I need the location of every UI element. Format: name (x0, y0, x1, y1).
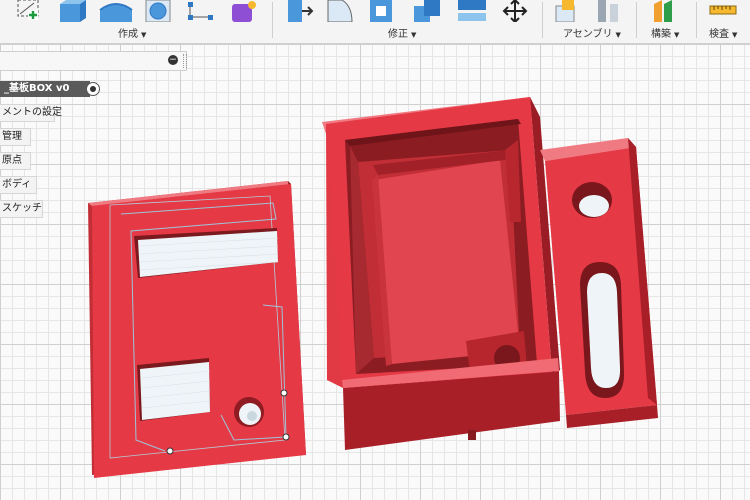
lid-panel-body[interactable] (88, 181, 306, 478)
create-group-text: 作成 (118, 29, 138, 40)
browser-node-origin[interactable]: 原点 (0, 152, 31, 170)
joint-icon[interactable] (594, 0, 624, 22)
toolbar-divider (696, 2, 697, 38)
sketch-point[interactable] (166, 447, 174, 455)
browser-node-label: 管理 (2, 131, 22, 142)
ribbon-toolbar: 作成 ▼ 修正 ▼ アセンブリ ▼ 構築 ▼ 検査 ▼ (0, 0, 750, 44)
fillet-icon[interactable] (326, 0, 354, 22)
browser-search-bar[interactable] (0, 51, 187, 71)
sketch-point[interactable] (282, 433, 290, 441)
toolbar-divider (636, 2, 637, 38)
activate-radio-icon[interactable] (86, 82, 100, 96)
browser-node-sketches[interactable]: スケッチ (0, 200, 43, 218)
combine-icon[interactable] (412, 0, 444, 22)
extrude-icon[interactable] (98, 0, 134, 22)
assemble-group-label[interactable]: アセンブリ ▼ (563, 25, 621, 40)
modify-group-label[interactable]: 修正 ▼ (388, 25, 416, 40)
browser-title: _基板BOX v0 (4, 83, 70, 94)
shell-icon[interactable] (368, 0, 396, 22)
new-component-icon[interactable] (552, 0, 582, 22)
browser-node-label: メントの設定 (2, 107, 62, 118)
switch-hole (234, 397, 264, 427)
create-sketch-icon[interactable] (14, 0, 46, 22)
toolbar-divider (542, 2, 543, 38)
close-icon[interactable]: − (168, 55, 178, 65)
box-icon[interactable] (58, 0, 88, 22)
construct-group-label[interactable]: 構築 ▼ (651, 25, 679, 40)
split-face-icon[interactable] (456, 0, 488, 22)
chevron-down-icon: ▼ (615, 31, 621, 39)
press-pull-icon[interactable] (284, 0, 314, 22)
assemble-group-text: アセンブリ (563, 29, 613, 40)
inspect-group-label[interactable]: 検査 ▼ (709, 25, 737, 40)
browser-node-doc-settings[interactable]: メントの設定 (0, 104, 62, 122)
browser-root-node[interactable]: _基板BOX v0 (0, 81, 90, 97)
model-viewport[interactable] (0, 44, 750, 500)
chevron-down-icon: ▼ (141, 31, 147, 39)
browser-node-label: ボディ (2, 179, 32, 190)
move-copy-icon[interactable] (500, 0, 530, 22)
chevron-down-icon: ▼ (674, 31, 680, 39)
modify-group-text: 修正 (388, 29, 408, 40)
chevron-down-icon: ▼ (732, 31, 738, 39)
panel-grip-handle[interactable] (183, 54, 187, 68)
browser-node-label: 原点 (2, 155, 22, 166)
inspect-group-text: 検査 (709, 29, 729, 40)
create-form-icon[interactable] (230, 0, 260, 22)
create-group-label[interactable]: 作成 ▼ (118, 25, 146, 40)
construct-group-text: 構築 (651, 29, 671, 40)
enclosure-box-body[interactable] (322, 97, 560, 450)
measure-icon[interactable] (708, 0, 738, 22)
browser-node-label: スケッチ (2, 203, 42, 214)
display-window-cutout (137, 358, 211, 421)
pattern-icon[interactable] (186, 0, 218, 22)
offset-plane-icon[interactable] (652, 0, 680, 22)
toolbar-divider (272, 2, 273, 38)
browser-node-bodies[interactable]: ボディ (0, 176, 37, 194)
sketch-point[interactable] (280, 389, 288, 397)
revolve-icon[interactable] (144, 0, 172, 22)
browser-node-named-views[interactable]: 管理 (0, 128, 31, 146)
chevron-down-icon: ▼ (411, 31, 417, 39)
